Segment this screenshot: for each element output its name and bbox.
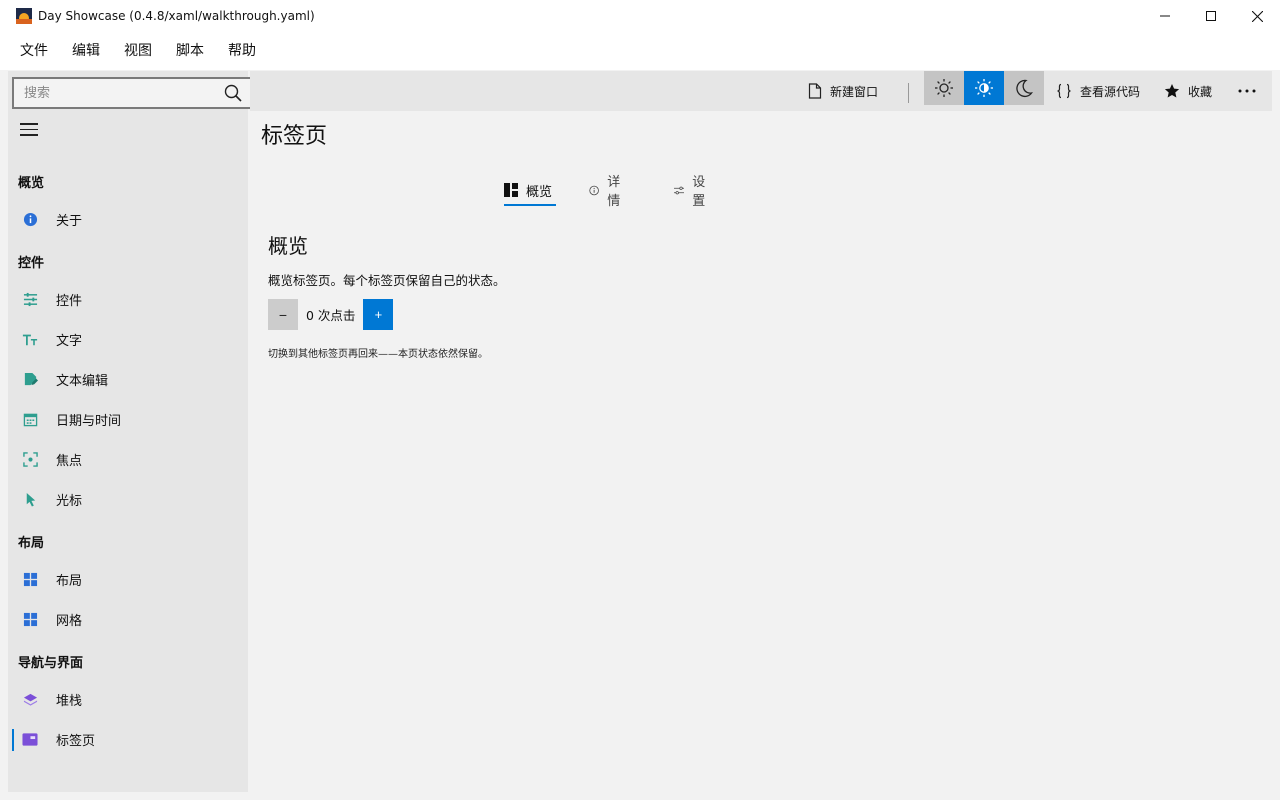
stack-icon xyxy=(22,691,38,707)
page-title: 标签页 xyxy=(261,124,328,149)
sidebar-item-stack[interactable]: 堆栈 xyxy=(8,679,248,719)
window-controls xyxy=(1142,0,1280,32)
star-icon xyxy=(1164,84,1180,98)
menu-edit[interactable]: 编辑 xyxy=(60,32,112,70)
title-bar: Day Showcase (0.4.8/xaml/walkthrough.yam… xyxy=(0,0,1280,32)
sidebar-item-label: 文本编辑 xyxy=(56,373,109,389)
text-size-icon xyxy=(22,331,38,347)
sidebar-item-label: 堆栈 xyxy=(56,693,83,709)
calendar-icon xyxy=(22,411,38,427)
system-theme-button[interactable] xyxy=(964,71,1004,105)
section-heading: 概览 xyxy=(268,234,308,258)
sidebar-item-text[interactable]: 文字 xyxy=(8,319,248,359)
search-icon[interactable] xyxy=(224,84,242,102)
moon-icon xyxy=(1016,79,1033,98)
minimize-button[interactable] xyxy=(1142,0,1188,32)
settings-sliders-icon xyxy=(674,186,685,194)
sidebar-item-label: 布局 xyxy=(56,573,83,589)
favorite-label: 收藏 xyxy=(1188,84,1213,99)
favorite-button[interactable]: 收藏 xyxy=(1164,71,1212,111)
dashboard-icon xyxy=(504,183,518,197)
nav-section-controls: 控件 xyxy=(18,256,45,271)
tab-label: 详情 xyxy=(607,175,621,209)
state-note: 切换到其他标签页再回来——本页状态依然保留。 xyxy=(268,349,488,360)
nav-section-overview: 概览 xyxy=(18,176,45,191)
new-window-label: 新建窗口 xyxy=(830,84,879,99)
sidebar-item-label: 光标 xyxy=(56,493,83,509)
click-counter: − 0 次点击 + xyxy=(268,299,394,330)
sidebar-item-date-time[interactable]: 日期与时间 xyxy=(8,399,248,439)
tab-overview[interactable]: 概览 xyxy=(504,176,556,206)
sidebar-item-cursor[interactable]: 光标 xyxy=(8,479,248,519)
sidebar-item-tabs[interactable]: 标签页 xyxy=(8,719,248,759)
info-icon xyxy=(22,211,38,227)
toolbar-separator xyxy=(908,83,909,103)
sidebar-item-label: 标签页 xyxy=(56,733,96,749)
tab-label: 概览 xyxy=(526,184,553,200)
sidebar-item-label: 网格 xyxy=(56,613,83,629)
sidebar-item-label: 控件 xyxy=(56,293,83,309)
nav-section-navigation: 导航与界面 xyxy=(18,656,84,671)
command-bar: 新建窗口 查看源代码 收藏 xyxy=(250,71,1272,111)
tab-details[interactable]: 详情 xyxy=(589,175,625,209)
maximize-button[interactable] xyxy=(1188,0,1234,32)
new-document-icon xyxy=(808,83,822,99)
cursor-icon xyxy=(22,491,38,507)
info-outline-icon xyxy=(589,185,599,195)
light-theme-button[interactable] xyxy=(924,71,964,105)
tab-settings[interactable]: 设置 xyxy=(674,175,710,209)
sidebar-item-layout[interactable]: 布局 xyxy=(8,559,248,599)
sidebar-item-label: 文字 xyxy=(56,333,83,349)
sidebar-item-grid[interactable]: 网格 xyxy=(8,599,248,639)
edit-document-icon xyxy=(22,371,38,387)
search-box xyxy=(12,77,252,109)
sidebar-item-label: 日期与时间 xyxy=(56,413,122,429)
minimize-icon xyxy=(1160,15,1170,17)
sidebar-item-focus[interactable]: 焦点 xyxy=(8,439,248,479)
menu-help[interactable]: 帮助 xyxy=(216,32,268,70)
focus-icon xyxy=(22,451,38,467)
sidebar-item-text-edit[interactable]: 文本编辑 xyxy=(8,359,248,399)
menu-file[interactable]: 文件 xyxy=(8,32,60,70)
nav-section-layout: 布局 xyxy=(18,536,45,551)
code-braces-icon xyxy=(1057,83,1071,99)
click-count-text: 0 次点击 xyxy=(306,308,356,323)
tab-icon xyxy=(22,731,38,747)
section-description: 概览标签页。每个标签页保留自己的状态。 xyxy=(268,273,506,288)
more-options-button[interactable] xyxy=(1238,71,1264,111)
navigation-pane: 概览 关于 控件 控件 文字 文本编辑 日期与时间 焦点 xyxy=(8,71,252,792)
sidebar-item-controls[interactable]: 控件 xyxy=(8,279,248,319)
grid-icon xyxy=(22,611,38,627)
sliders-icon xyxy=(22,291,38,307)
more-icon xyxy=(1238,89,1256,93)
view-source-button[interactable]: 查看源代码 xyxy=(1056,71,1140,111)
new-window-button[interactable]: 新建窗口 xyxy=(808,71,878,111)
menu-view[interactable]: 视图 xyxy=(112,32,164,70)
sun-icon xyxy=(935,79,953,97)
sidebar-item-label: 焦点 xyxy=(56,453,83,469)
sidebar-item-label: 关于 xyxy=(56,213,83,229)
decrement-button[interactable]: − xyxy=(268,299,298,330)
app-icon xyxy=(16,8,32,24)
increment-button[interactable]: + xyxy=(363,299,394,330)
dark-theme-button[interactable] xyxy=(1004,71,1044,105)
close-button[interactable] xyxy=(1234,0,1280,32)
sidebar-item-about[interactable]: 关于 xyxy=(8,199,248,239)
hamburger-menu-icon[interactable] xyxy=(20,123,38,137)
menu-script[interactable]: 脚本 xyxy=(164,32,216,70)
layout-icon xyxy=(22,571,38,587)
maximize-icon xyxy=(1206,11,1216,21)
tab-label: 设置 xyxy=(692,175,706,209)
search-input[interactable] xyxy=(14,79,214,107)
view-source-label: 查看源代码 xyxy=(1080,84,1141,99)
menu-bar: 文件 编辑 视图 脚本 帮助 xyxy=(0,32,1280,70)
contrast-sun-icon xyxy=(975,79,993,97)
close-icon xyxy=(1251,10,1263,22)
window-title: Day Showcase (0.4.8/xaml/walkthrough.yam… xyxy=(38,9,315,23)
